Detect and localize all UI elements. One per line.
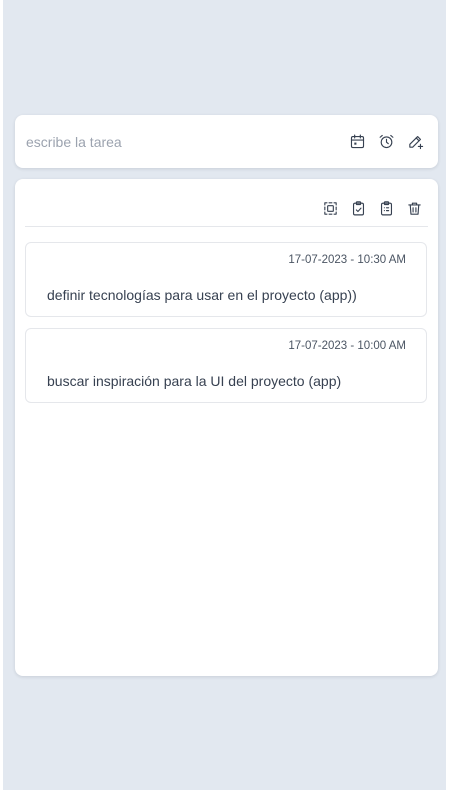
clipboard-check-icon[interactable] — [349, 199, 367, 217]
trash-icon[interactable] — [405, 199, 423, 217]
select-all-icon[interactable] — [321, 199, 339, 217]
task-input-bar — [15, 115, 438, 168]
input-actions — [348, 133, 424, 151]
task-date: 17-07-2023 - 10:30 AM — [288, 254, 406, 266]
task-item[interactable]: 17-07-2023 - 10:30 AM definir tecnología… — [25, 242, 427, 317]
clipboard-list-icon[interactable] — [377, 199, 395, 217]
task-list-card: 17-07-2023 - 10:30 AM definir tecnología… — [15, 179, 438, 676]
task-date: 17-07-2023 - 10:00 AM — [288, 340, 406, 352]
pen-plus-icon[interactable] — [406, 133, 424, 151]
app-background: 17-07-2023 - 10:30 AM definir tecnología… — [3, 0, 446, 790]
task-input[interactable] — [26, 133, 348, 150]
toolbar-actions — [321, 199, 423, 217]
task-list-toolbar — [25, 199, 428, 227]
task-item[interactable]: 17-07-2023 - 10:00 AM buscar inspiración… — [25, 328, 427, 403]
alarm-clock-icon[interactable] — [377, 133, 395, 151]
task-text: definir tecnologías para usar en el proy… — [47, 287, 357, 303]
calendar-icon[interactable] — [348, 133, 366, 151]
task-text: buscar inspiración para la UI del proyec… — [47, 373, 342, 389]
